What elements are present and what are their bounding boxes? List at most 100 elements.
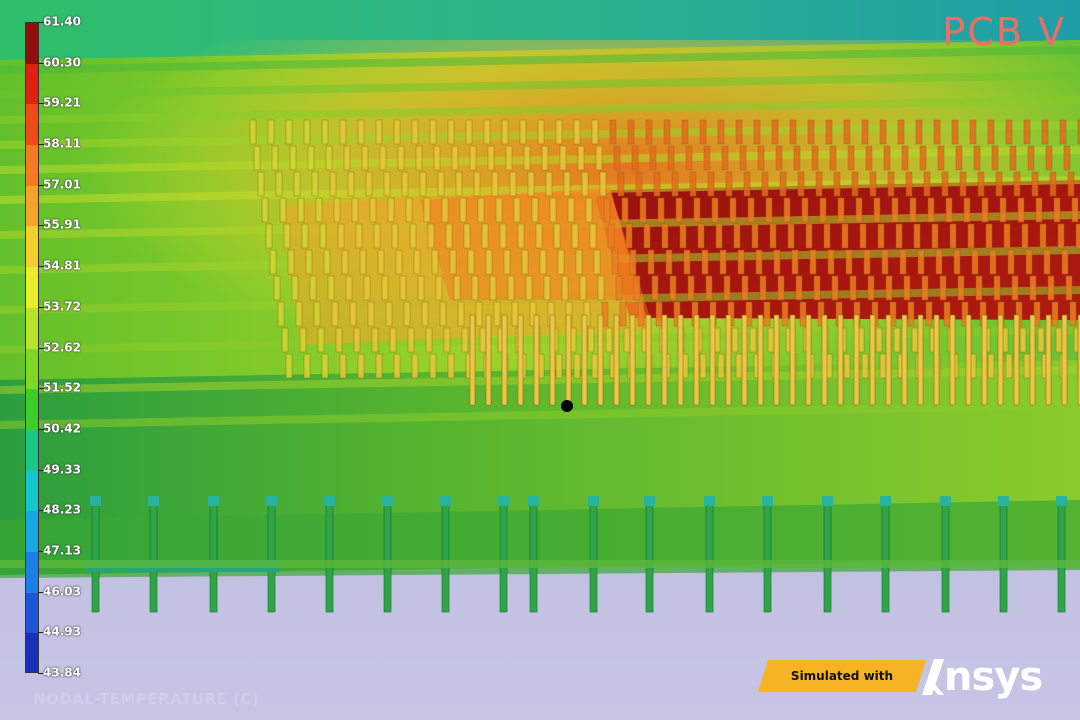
component-pin xyxy=(661,223,669,249)
component-pin xyxy=(343,145,351,171)
component-pin xyxy=(555,119,563,145)
component-pin xyxy=(813,275,821,301)
component-lead xyxy=(837,314,844,406)
component-pin xyxy=(781,301,789,327)
component-pin xyxy=(753,119,761,145)
component-lead xyxy=(645,314,652,406)
component-pin xyxy=(481,223,489,249)
via-pin-cap xyxy=(208,496,219,506)
legend-color-segment xyxy=(26,267,38,309)
component-pin xyxy=(309,275,317,301)
component-pin xyxy=(767,327,775,353)
legend-value-label: 50.42 xyxy=(43,421,81,436)
component-pin xyxy=(809,249,817,275)
component-pin xyxy=(909,197,917,223)
component-pin xyxy=(429,353,437,379)
component-pin xyxy=(653,171,661,197)
component-pin xyxy=(919,145,927,171)
component-pin xyxy=(475,301,483,327)
component-pin xyxy=(901,145,909,171)
legend-value-label: 59.21 xyxy=(43,95,81,110)
component-pin xyxy=(523,145,531,171)
component-pin xyxy=(479,327,487,353)
component-pin xyxy=(1023,353,1031,379)
component-pin xyxy=(1023,119,1031,145)
component-pin xyxy=(291,275,299,301)
component-pin xyxy=(455,171,463,197)
component-pin xyxy=(721,145,729,171)
component-pin xyxy=(971,249,979,275)
component-pin xyxy=(563,171,571,197)
component-pin xyxy=(417,275,425,301)
component-pin xyxy=(701,249,709,275)
component-pin xyxy=(1031,171,1039,197)
simulation-viewport xyxy=(0,0,1080,720)
component-pin xyxy=(527,171,535,197)
legend-value-label: 51.52 xyxy=(43,380,81,395)
legend-color-segment xyxy=(26,633,38,672)
component-pin xyxy=(801,197,809,223)
component-pin xyxy=(573,119,581,145)
via-pin-cap xyxy=(148,496,159,506)
component-pin xyxy=(815,171,823,197)
component-pin xyxy=(775,145,783,171)
via-pin-cap xyxy=(498,496,509,506)
component-pin xyxy=(407,327,415,353)
legend-value-label: 43.84 xyxy=(43,665,81,680)
component-pin xyxy=(1041,119,1049,145)
component-pin xyxy=(725,171,733,197)
component-pin xyxy=(827,249,835,275)
component-pin xyxy=(1021,223,1029,249)
component-pin xyxy=(609,119,617,145)
component-pin xyxy=(735,353,743,379)
legend-value-label: 46.03 xyxy=(43,584,81,599)
component-pin xyxy=(747,197,755,223)
component-pin xyxy=(293,171,301,197)
component-pin xyxy=(779,171,787,197)
component-pin xyxy=(495,197,503,223)
component-pin xyxy=(295,301,303,327)
component-pin xyxy=(381,275,389,301)
component-lead xyxy=(517,314,524,406)
component-pin xyxy=(337,223,345,249)
component-pin xyxy=(865,145,873,171)
component-pin xyxy=(361,145,369,171)
component-pin xyxy=(499,223,507,249)
component-pin xyxy=(327,275,335,301)
component-pin xyxy=(595,145,603,171)
component-pin xyxy=(521,249,529,275)
component-pin xyxy=(597,275,605,301)
component-pin xyxy=(403,301,411,327)
component-pin xyxy=(925,301,933,327)
component-pin xyxy=(307,145,315,171)
component-pin xyxy=(333,197,341,223)
component-pin xyxy=(993,275,1001,301)
component-pin xyxy=(953,249,961,275)
via-pin-cap xyxy=(266,496,277,506)
component-pin xyxy=(559,145,567,171)
legend-value-label: 60.30 xyxy=(43,55,81,70)
component-pin xyxy=(921,275,929,301)
ansys-logo: nsys xyxy=(920,654,1043,700)
component-pin xyxy=(399,275,407,301)
component-pin xyxy=(571,223,579,249)
component-pin xyxy=(711,197,719,223)
component-pin xyxy=(723,275,731,301)
component-pin xyxy=(863,249,871,275)
component-pin xyxy=(945,197,953,223)
component-lead xyxy=(533,314,540,406)
component-pin xyxy=(855,197,863,223)
component-lead xyxy=(677,314,684,406)
component-pin xyxy=(463,223,471,249)
component-pin xyxy=(831,275,839,301)
component-pin xyxy=(363,275,371,301)
component-pin xyxy=(837,197,845,223)
component-lead xyxy=(821,314,828,406)
component-pin xyxy=(357,119,365,145)
component-pin xyxy=(323,249,331,275)
badge-label: Simulated with xyxy=(790,669,894,683)
via-pin-cap xyxy=(822,496,833,506)
component-pin xyxy=(687,275,695,301)
component-pin xyxy=(977,171,985,197)
component-pin xyxy=(699,119,707,145)
